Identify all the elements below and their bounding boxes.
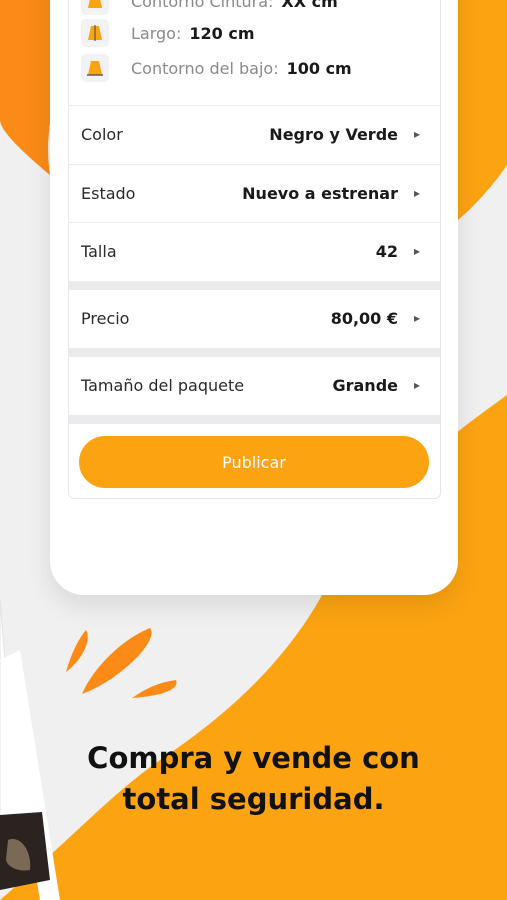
measurement-value: XX cm — [281, 0, 338, 11]
measurement-label: Largo: — [131, 23, 182, 43]
listing-details-panel: Contorno Cintura: XX cm Largo: 120 cm Co… — [68, 0, 441, 499]
chevron-right-icon: ▸ — [413, 186, 420, 200]
chevron-right-icon: ▸ — [413, 311, 420, 325]
section-divider — [69, 281, 440, 290]
headline-line-2: total seguridad. — [122, 782, 385, 816]
attribute-label: Tamaño del paquete — [81, 375, 245, 395]
skirt-length-icon — [81, 19, 109, 47]
attribute-value: 42 — [375, 241, 398, 261]
measurement-row-length: Largo: 120 cm — [81, 18, 254, 48]
chevron-right-icon: ▸ — [413, 244, 420, 258]
attribute-row-size[interactable]: Talla 42 ▸ — [69, 222, 440, 279]
headline-line-1: Compra y vende con — [87, 741, 420, 775]
attribute-label: Color — [81, 124, 123, 144]
attribute-label: Precio — [81, 308, 130, 328]
attribute-label: Talla — [81, 241, 117, 261]
measurement-label: Contorno Cintura: — [131, 0, 274, 11]
measurement-value: 100 cm — [286, 58, 352, 78]
section-divider — [69, 415, 440, 424]
measurement-value: 120 cm — [189, 23, 255, 43]
attribute-row-color[interactable]: Color Negro y Verde ▸ — [69, 105, 440, 162]
attribute-row-condition[interactable]: Estado Nuevo a estrenar ▸ — [69, 164, 440, 221]
skirt-waist-icon — [81, 0, 109, 15]
skirt-hem-icon — [81, 54, 109, 82]
publish-button[interactable]: Publicar — [79, 436, 429, 488]
chevron-right-icon: ▸ — [413, 127, 420, 141]
attribute-row-package-size[interactable]: Tamaño del paquete Grande ▸ — [69, 357, 440, 413]
attribute-value: Negro y Verde — [269, 124, 398, 144]
attribute-value: Nuevo a estrenar — [242, 183, 398, 203]
measurement-label: Contorno del bajo: — [131, 58, 279, 78]
measurement-row-hem: Contorno del bajo: 100 cm — [81, 53, 352, 83]
attribute-value: 80,00 € — [330, 308, 398, 328]
attribute-row-price[interactable]: Precio 80,00 € ▸ — [69, 290, 440, 346]
attribute-value: Grande — [332, 375, 398, 395]
attribute-label: Estado — [81, 183, 136, 203]
measurement-row-waist: Contorno Cintura: XX cm — [81, 0, 338, 16]
section-divider — [69, 348, 440, 357]
chevron-right-icon: ▸ — [413, 378, 420, 392]
